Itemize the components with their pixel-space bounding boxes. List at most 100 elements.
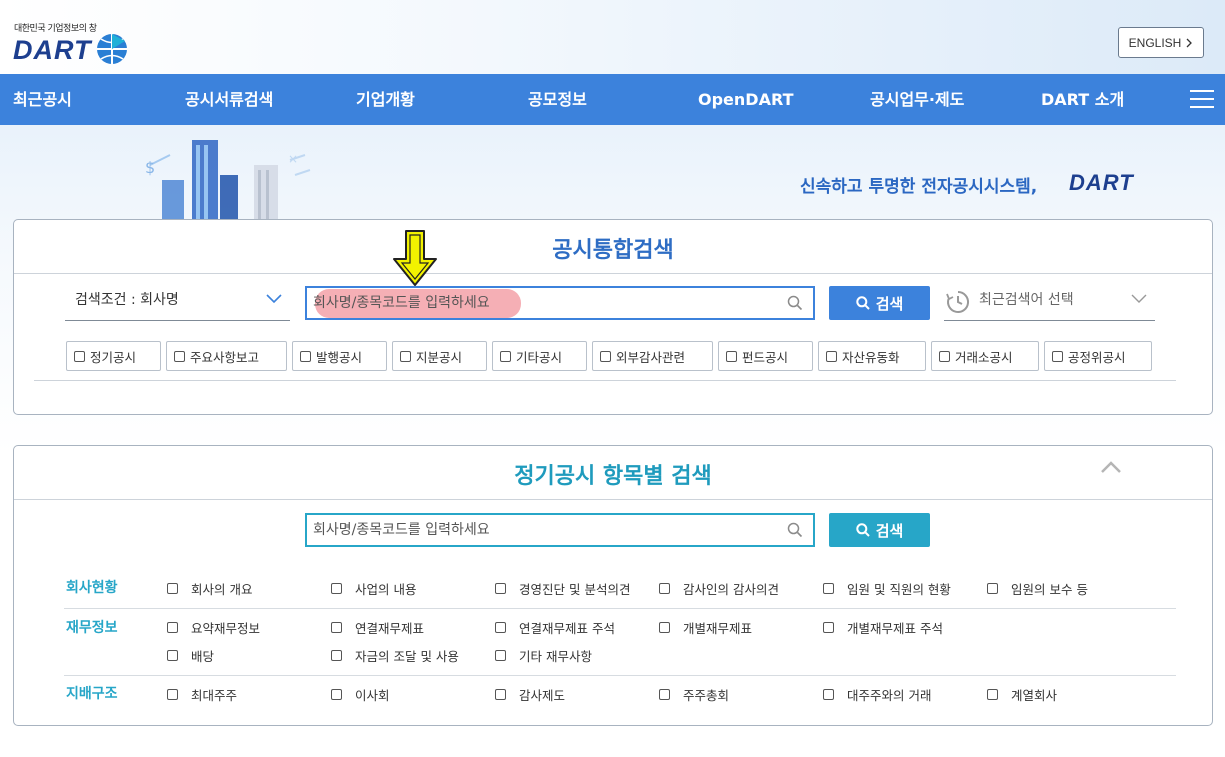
filter-equity[interactable]: 지분공시 [392, 341, 487, 371]
checkbox[interactable] [495, 650, 506, 661]
item-auditor-opinion[interactable]: 감사인의 감사의견 [659, 579, 779, 598]
english-label: ENGLISH [1128, 35, 1182, 50]
checkbox[interactable] [600, 350, 611, 362]
item-separate-notes[interactable]: 개별재무제표 주석 [823, 618, 943, 637]
item-executive-compensation[interactable]: 임원의 보수 등 [987, 579, 1088, 598]
item-officers-employees[interactable]: 임원 및 직원의 현황 [823, 579, 951, 598]
checkbox[interactable] [331, 650, 342, 661]
checkbox[interactable] [74, 350, 85, 362]
checkbox[interactable] [1052, 350, 1063, 362]
item-separate-fs[interactable]: 개별재무제표 [659, 618, 752, 637]
checkbox[interactable] [167, 622, 178, 633]
item-label: 배당 [191, 649, 215, 664]
nav-opendart[interactable]: OpenDART [698, 74, 793, 125]
search-icon[interactable] [787, 295, 803, 311]
recent-search-label: 최근검색어 선택 [979, 292, 1074, 308]
checkbox[interactable] [726, 350, 737, 362]
integrated-search-input[interactable] [313, 291, 773, 315]
divider [34, 380, 1176, 381]
checkbox[interactable] [495, 622, 506, 633]
checkbox[interactable] [659, 583, 670, 594]
item-largest-shareholder[interactable]: 최대주주 [167, 685, 237, 704]
item-consolidated-fs[interactable]: 연결재무제표 [331, 618, 424, 637]
checkbox[interactable] [823, 622, 834, 633]
checkbox[interactable] [331, 689, 342, 700]
filter-label: 정기공시 [90, 349, 137, 365]
item-label: 연결재무제표 주석 [519, 621, 615, 636]
item-dividends[interactable]: 배당 [167, 646, 214, 665]
filter-other[interactable]: 기타공시 [492, 341, 587, 371]
checkbox[interactable] [823, 583, 834, 594]
checkbox[interactable] [659, 689, 670, 700]
checkbox[interactable] [167, 650, 178, 661]
checkbox[interactable] [495, 583, 506, 594]
filter-periodic[interactable]: 정기공시 [66, 341, 161, 371]
item-major-shareholder-transactions[interactable]: 대주주와의 거래 [823, 685, 931, 704]
periodic-search-button[interactable]: 검색 [829, 513, 930, 547]
search-icon[interactable] [787, 522, 803, 538]
item-consolidated-notes[interactable]: 연결재무제표 주석 [495, 618, 615, 637]
menu-icon[interactable] [1190, 90, 1214, 109]
filter-label: 자산유동화 [842, 349, 900, 365]
item-shareholders-meeting[interactable]: 주주총회 [659, 685, 729, 704]
checkbox[interactable] [174, 350, 185, 362]
integrated-search-field[interactable] [305, 286, 815, 320]
nav-company-overview[interactable]: 기업개황 [356, 74, 415, 125]
filter-external-audit[interactable]: 외부감사관련 [592, 341, 713, 371]
chevron-up-icon[interactable] [1100, 460, 1122, 474]
checkbox[interactable] [400, 350, 411, 362]
item-company-overview[interactable]: 회사의 개요 [167, 579, 252, 598]
checkbox[interactable] [495, 689, 506, 700]
filter-fund[interactable]: 펀드공시 [718, 341, 813, 371]
item-audit-system[interactable]: 감사제도 [495, 685, 565, 704]
logo-wordmark: DART [13, 35, 92, 65]
filter-label: 지분공시 [416, 349, 463, 365]
checkbox[interactable] [167, 583, 178, 594]
item-board[interactable]: 이사회 [331, 685, 390, 704]
filter-label: 공정위공시 [1068, 349, 1126, 365]
filter-asset-securitization[interactable]: 자산유동화 [818, 341, 926, 371]
periodic-search-field[interactable] [305, 513, 815, 547]
search-condition-label: 검색조건 : 회사명 [75, 292, 179, 308]
item-other-financial[interactable]: 기타 재무사항 [495, 646, 592, 665]
checkbox[interactable] [987, 689, 998, 700]
checkbox[interactable] [167, 689, 178, 700]
chevron-down-icon [1131, 294, 1147, 303]
integrated-search-button[interactable]: 검색 [829, 286, 930, 320]
item-funds-raising[interactable]: 자금의 조달 및 사용 [331, 646, 459, 665]
item-summary-financial[interactable]: 요약재무정보 [167, 618, 260, 637]
nav-about-dart[interactable]: DART 소개 [1041, 74, 1124, 125]
nav-recent-disclosure[interactable]: 최근공시 [13, 74, 72, 125]
integrated-search-title: 공시통합검색 [552, 238, 674, 263]
dart-logo[interactable]: 대한민국 기업정보의 창 DART [13, 21, 129, 66]
divider [14, 499, 1212, 500]
item-label: 경영진단 및 분석의견 [519, 582, 631, 597]
checkbox[interactable] [823, 689, 834, 700]
item-label: 감사제도 [519, 688, 566, 703]
checkbox[interactable] [659, 622, 670, 633]
checkbox[interactable] [987, 583, 998, 594]
nav-document-search[interactable]: 공시서류검색 [185, 74, 273, 125]
item-label: 임원의 보수 등 [1011, 582, 1088, 597]
svg-text:$: $ [145, 158, 155, 177]
filter-fair-trade[interactable]: 공정위공시 [1044, 341, 1152, 371]
english-button[interactable]: ENGLISH [1118, 27, 1204, 58]
checkbox[interactable] [500, 350, 511, 362]
search-condition-select[interactable]: 검색조건 : 회사명 [65, 284, 290, 321]
item-affiliates[interactable]: 계열회사 [987, 685, 1057, 704]
checkbox[interactable] [939, 350, 950, 362]
recent-search-select[interactable]: 최근검색어 선택 [944, 284, 1155, 321]
nav-public-offering[interactable]: 공모정보 [528, 74, 587, 125]
item-label: 연결재무제표 [355, 621, 425, 636]
checkbox[interactable] [331, 622, 342, 633]
checkbox[interactable] [300, 350, 311, 362]
filter-exchange[interactable]: 거래소공시 [931, 341, 1039, 371]
item-business-content[interactable]: 사업의 내용 [331, 579, 416, 598]
item-management-analysis[interactable]: 경영진단 및 분석의견 [495, 579, 630, 598]
filter-issuance[interactable]: 발행공시 [292, 341, 387, 371]
nav-disclosure-rules[interactable]: 공시업무·제도 [870, 74, 964, 125]
filter-major-report[interactable]: 주요사항보고 [166, 341, 287, 371]
checkbox[interactable] [331, 583, 342, 594]
checkbox[interactable] [826, 350, 837, 362]
periodic-search-input[interactable] [313, 518, 773, 542]
